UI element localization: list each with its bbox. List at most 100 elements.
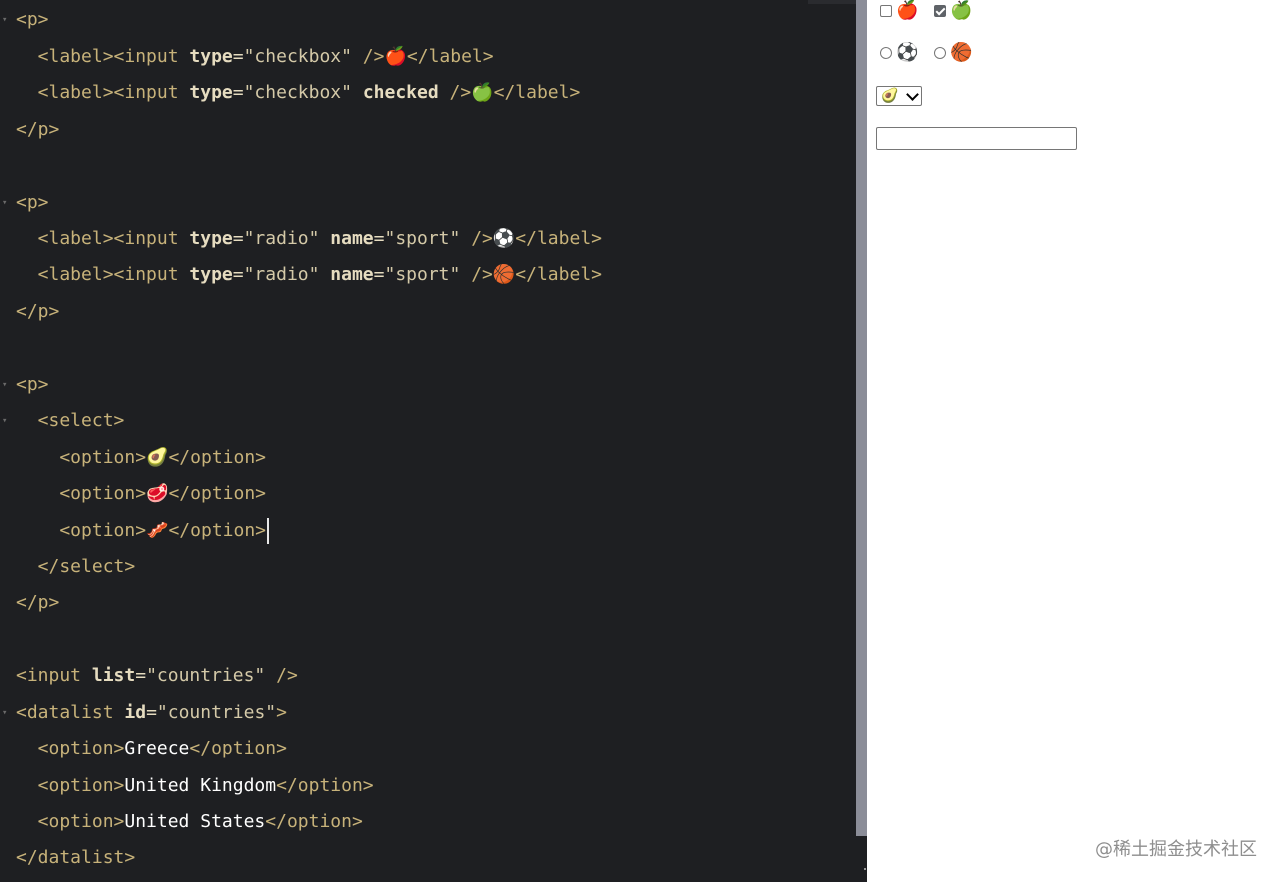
checkbox-row: 🍎 🍏 xyxy=(880,1,973,21)
code-token: checked xyxy=(362,82,439,103)
resize-dot xyxy=(864,868,866,870)
code-token: list xyxy=(91,665,136,686)
code-token: <label><input xyxy=(16,228,190,249)
code-token: <option> xyxy=(16,775,125,796)
code-token: "radio" xyxy=(243,264,320,285)
preview-pane: 🍎 🍏 ⚽ 🏀 🥑 xyxy=(867,0,1283,882)
code-line: </p> xyxy=(16,297,59,327)
green-apple-icon: 🍏 xyxy=(950,0,973,21)
code-line: <p> xyxy=(16,188,49,218)
code-line: </p> xyxy=(16,115,59,145)
code-token: "countries" xyxy=(156,702,277,723)
code-token: </label> xyxy=(515,228,602,249)
emoji-icon: 🥑 xyxy=(146,447,169,468)
countries-input[interactable] xyxy=(876,127,1077,150)
code-token: </option> xyxy=(168,520,267,541)
code-token: = xyxy=(232,264,244,285)
code-token: <p> xyxy=(16,9,49,30)
code-line: <input list="countries" /> xyxy=(16,661,298,691)
code-token: <datalist xyxy=(16,702,125,723)
code-token: <option> xyxy=(16,447,147,468)
code-token: <label><input xyxy=(16,264,190,285)
code-token: id xyxy=(124,702,147,723)
food-select[interactable]: 🥑 xyxy=(876,86,922,106)
emoji-icon: 🥓 xyxy=(146,520,169,541)
fold-marker-icon[interactable]: ▾ xyxy=(2,698,10,728)
code-token: name xyxy=(330,264,374,285)
code-token: </label> xyxy=(406,46,494,67)
code-token: = xyxy=(135,665,147,686)
code-token: <label><input xyxy=(16,82,190,103)
basketball-icon: 🏀 xyxy=(950,42,973,63)
code-token: <select> xyxy=(16,410,125,431)
radio-row: ⚽ 🏀 xyxy=(880,43,973,63)
code-token: "sport" xyxy=(384,228,461,249)
code-token: <option> xyxy=(16,483,147,504)
pane-splitter[interactable] xyxy=(856,0,867,836)
code-line: <option>🥩</option> xyxy=(16,479,266,509)
select-row: 🥑 xyxy=(876,86,922,106)
fold-marker-icon[interactable]: ▾ xyxy=(2,5,10,35)
code-line: <p> xyxy=(16,5,49,35)
basketball-radio[interactable] xyxy=(934,47,947,59)
code-token: </select> xyxy=(16,556,136,577)
code-token: <option> xyxy=(16,738,125,759)
code-token: /> xyxy=(460,228,493,249)
code-line: <datalist id="countries"> xyxy=(16,698,287,728)
editor-top-bar xyxy=(808,0,856,4)
code-token: /> xyxy=(438,82,472,103)
code-token: "countries" xyxy=(146,665,266,686)
apple-green-checkbox[interactable] xyxy=(934,5,947,17)
soccer-ball-icon: ⚽ xyxy=(896,42,919,63)
code-token: = xyxy=(373,264,385,285)
code-line: <label><input type="radio" name="sport" … xyxy=(16,260,602,290)
datalist-row xyxy=(876,127,1077,150)
code-token: type xyxy=(189,46,233,67)
code-token: <option> xyxy=(16,520,147,541)
emoji-icon: 🥩 xyxy=(146,483,169,504)
soccer-radio[interactable] xyxy=(880,47,892,59)
chevron-down-icon xyxy=(906,87,919,101)
code-token: </p> xyxy=(16,301,60,322)
code-token: = xyxy=(232,82,244,103)
fold-marker-icon[interactable]: ▾ xyxy=(2,188,10,218)
emoji-icon: 🏀 xyxy=(492,264,516,285)
fold-marker-icon[interactable]: ▾ xyxy=(2,370,10,400)
fold-marker-icon[interactable]: ▾ xyxy=(2,406,10,436)
code-token: type xyxy=(189,82,233,103)
apple-red-checkbox[interactable] xyxy=(880,5,892,17)
code-line: <label><input type="checkbox" />🍎</label… xyxy=(16,42,494,72)
code-token: <p> xyxy=(16,374,49,395)
code-token: </option> xyxy=(276,775,374,796)
code-token: <p> xyxy=(16,192,49,213)
code-line: <option>United States</option> xyxy=(16,807,363,837)
red-apple-icon: 🍎 xyxy=(896,0,919,21)
emoji-icon: 🍏 xyxy=(471,82,494,103)
code-token: </option> xyxy=(168,447,267,468)
code-line: </p> xyxy=(16,588,59,618)
code-line: <option>🥑</option> xyxy=(16,443,266,473)
code-token: name xyxy=(330,228,374,249)
code-line: <label><input type="radio" name="sport" … xyxy=(16,224,602,254)
code-line: <label><input type="checkbox" checked />… xyxy=(16,78,581,108)
avocado-icon: 🥑 xyxy=(881,88,899,104)
code-token: </datalist> xyxy=(16,847,136,868)
code-token: /> xyxy=(460,264,493,285)
code-token: </label> xyxy=(493,82,581,103)
code-editor[interactable]: ▾ <p> <label><input type="checkbox" />🍎</… xyxy=(0,0,856,882)
code-token: </option> xyxy=(189,738,287,759)
code-token: </option> xyxy=(168,483,267,504)
emoji-icon: 🍎 xyxy=(384,46,407,67)
code-token: Greece xyxy=(124,738,190,759)
code-token: type xyxy=(189,228,233,249)
code-token: United Kingdom xyxy=(124,775,277,796)
code-token: </p> xyxy=(16,592,60,613)
code-token: "checkbox" xyxy=(243,82,352,103)
code-token: type xyxy=(189,264,233,285)
code-token: <label><input xyxy=(16,46,190,67)
text-caret xyxy=(267,518,270,544)
code-line: <select> xyxy=(16,406,125,436)
code-token: <option> xyxy=(16,811,125,832)
code-token: = xyxy=(373,228,385,249)
